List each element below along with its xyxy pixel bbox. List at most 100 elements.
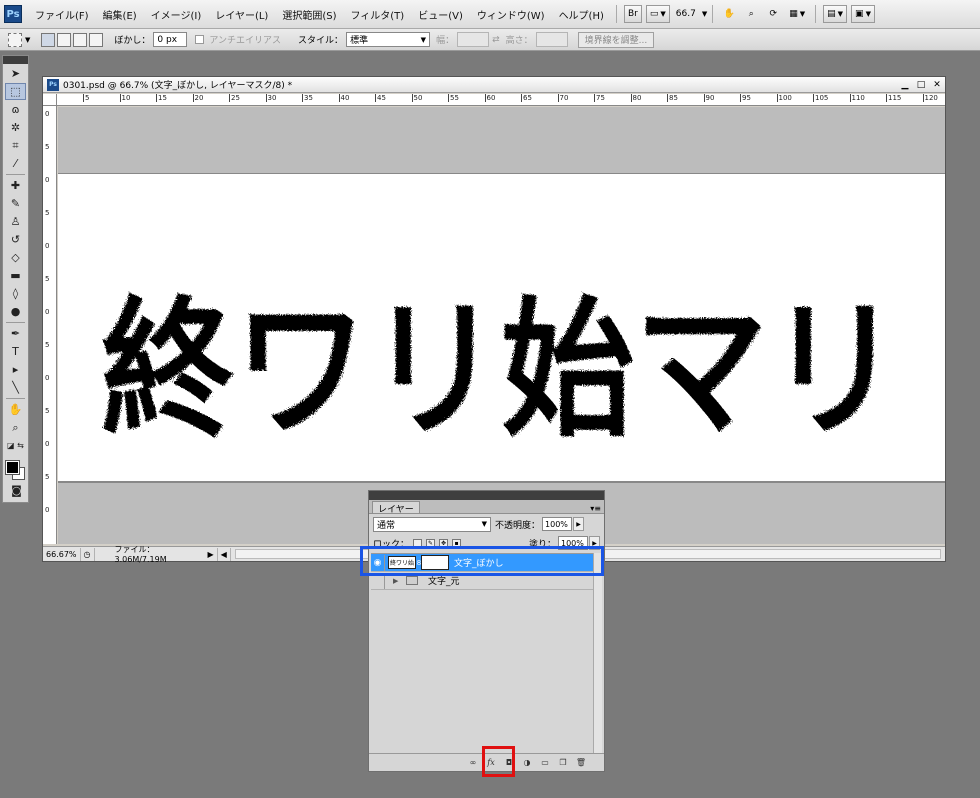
- type-tool-icon[interactable]: T: [5, 343, 26, 360]
- quick-mask-icon[interactable]: ◙: [6, 482, 27, 499]
- layers-scrollbar[interactable]: [593, 553, 602, 753]
- crop-tool-icon[interactable]: ⌗: [5, 137, 26, 154]
- trash-icon[interactable]: 🗑: [572, 756, 590, 770]
- menu-help[interactable]: ヘルプ(H): [552, 7, 611, 22]
- zoom-dropdown-icon[interactable]: ▼: [702, 10, 707, 18]
- scroll-left-icon[interactable]: ◀: [218, 547, 231, 561]
- adjustment-icon[interactable]: ◑: [518, 756, 536, 770]
- screen-mode-icon[interactable]: ▣ ▼: [851, 5, 875, 23]
- ruler-tick-label: 105: [813, 94, 829, 102]
- zoom-tool-panel-icon[interactable]: ⌕: [5, 419, 26, 436]
- ruler-tick-label: 5: [45, 275, 50, 283]
- canvas-area[interactable]: 終ワリ始マリ: [58, 107, 945, 544]
- ruler-tick-label: 120: [922, 94, 938, 102]
- blur-tool-icon[interactable]: ◊: [5, 285, 26, 302]
- style-select[interactable]: 標準 ▼: [346, 32, 431, 47]
- height-input[interactable]: [535, 32, 568, 47]
- vertical-ruler[interactable]: 0 5 0 5 0 5 0 5 0 5 0 5 0: [43, 106, 57, 544]
- new-selection-icon[interactable]: [41, 32, 56, 47]
- new-layer-icon[interactable]: ❐: [554, 756, 572, 770]
- tab-layers[interactable]: レイヤー: [372, 501, 420, 515]
- link-icon[interactable]: ∞: [464, 756, 482, 770]
- default-colors-icon[interactable]: ◪ ⇆: [5, 437, 26, 454]
- width-label: 幅：: [436, 36, 455, 46]
- opacity-input[interactable]: 100%: [542, 517, 573, 531]
- intersect-selection-icon[interactable]: [89, 32, 104, 47]
- pen-tool-icon[interactable]: ✒: [5, 325, 26, 342]
- move-tool-icon[interactable]: ➤: [5, 65, 26, 82]
- maximize-icon[interactable]: □: [913, 80, 929, 90]
- preset-dropdown-icon[interactable]: ▼: [25, 36, 30, 44]
- menu-view[interactable]: ビュー(V): [411, 7, 470, 22]
- gradient-icon[interactable]: ▬: [5, 267, 26, 284]
- status-menu-icon[interactable]: ◷: [81, 547, 95, 561]
- zoom-tool-icon[interactable]: ⌕: [742, 5, 760, 23]
- menu-image[interactable]: イメージ(I): [144, 7, 209, 22]
- menu-filter[interactable]: フィルタ(T): [343, 7, 411, 22]
- dodge-tool-icon[interactable]: ●: [5, 303, 26, 320]
- eyedropper-icon[interactable]: ⁄: [5, 155, 26, 172]
- panel-menu-icon[interactable]: ▾≡: [590, 504, 601, 513]
- ruler-tick-label: 0: [45, 308, 50, 316]
- path-select-icon[interactable]: ▸: [5, 361, 26, 378]
- magic-wand-icon[interactable]: ✲: [5, 119, 26, 136]
- menu-file[interactable]: ファイル(F): [28, 7, 96, 22]
- hand-tool-icon[interactable]: ✋: [5, 401, 26, 418]
- blend-mode-select[interactable]: 通常 ▼: [373, 516, 491, 532]
- layers-panel-header[interactable]: [369, 491, 604, 500]
- ruler-tick-label: 5: [45, 473, 50, 481]
- screen-view-icon[interactable]: ▭ ▼: [645, 5, 670, 23]
- hand-icon[interactable]: ✋: [720, 5, 738, 23]
- marquee-tool-icon[interactable]: ⬚: [5, 83, 26, 100]
- tools-panel-header[interactable]: [3, 56, 28, 64]
- ruler-origin[interactable]: [43, 94, 57, 106]
- folder-icon: [406, 576, 418, 585]
- arrange-documents-icon[interactable]: ▤ ▼: [823, 5, 848, 23]
- document-title-bar[interactable]: Ps 0301.psd @ 66.7% (文字_ぼかし, レイヤーマスク/8) …: [43, 77, 945, 93]
- horizontal-ruler[interactable]: 5 10 15 20 25 30 35 40 45 50 55 60 65 70 75 80 85 90 95 100…: [57, 94, 945, 106]
- ruler-tick-label: 45: [375, 94, 386, 102]
- ruler-tick-label: 100: [776, 94, 792, 102]
- zoom-status[interactable]: 66.67%: [43, 547, 81, 561]
- zoom-level[interactable]: 66.7: [676, 9, 696, 19]
- opacity-slider-icon[interactable]: ▶: [573, 517, 585, 531]
- close-icon[interactable]: ✕: [929, 80, 945, 90]
- eraser-icon[interactable]: ◇: [5, 249, 26, 266]
- menu-window[interactable]: ウィンドウ(W): [470, 7, 552, 22]
- foreground-color-swatch[interactable]: [5, 460, 20, 475]
- ruler-icon[interactable]: ▦ ▼: [786, 5, 808, 23]
- width-input[interactable]: [457, 32, 490, 47]
- ruler-tick-label: 5: [45, 143, 50, 151]
- clone-stamp-icon[interactable]: ♙: [5, 213, 26, 230]
- blend-row: 通常 ▼ 不透明度： 100% ▶: [369, 514, 604, 534]
- menu-edit[interactable]: 編集(E): [96, 7, 144, 22]
- rotate-view-icon[interactable]: ⟳: [764, 5, 782, 23]
- group-icon[interactable]: ▭: [536, 756, 554, 770]
- subtract-selection-icon[interactable]: [73, 32, 88, 47]
- ruler-tick-label: 5: [45, 209, 50, 217]
- layers-panel-tabs: レイヤー ▾≡: [369, 500, 604, 515]
- healing-brush-icon[interactable]: ✚: [5, 177, 26, 194]
- tool-separator: [6, 174, 25, 175]
- ruler-tick-label: 0: [45, 110, 50, 118]
- bridge-button[interactable]: Br: [623, 5, 642, 23]
- canvas[interactable]: 終ワリ始マリ: [58, 173, 945, 483]
- shape-tool-icon[interactable]: ╲: [5, 379, 26, 396]
- rect-marquee-preset-icon[interactable]: [8, 32, 22, 47]
- lasso-tool-icon[interactable]: ɷ: [5, 101, 26, 118]
- history-brush-icon[interactable]: ↺: [5, 231, 26, 248]
- swap-icon[interactable]: ⇄: [492, 35, 500, 45]
- group-expand-icon[interactable]: ▶: [393, 577, 403, 585]
- feather-input[interactable]: 0 px: [153, 32, 188, 47]
- opacity-label: 不透明度：: [495, 520, 541, 531]
- menu-layer[interactable]: レイヤー(L): [208, 7, 275, 22]
- add-selection-icon[interactable]: [57, 32, 72, 47]
- status-arrow-icon[interactable]: ▶: [205, 547, 218, 561]
- antialias-label: アンチエイリアス: [209, 36, 282, 46]
- minimize-icon[interactable]: ▁: [897, 80, 913, 90]
- refine-edge-button[interactable]: 境界線を調整...: [577, 31, 655, 48]
- ruler-tick-label: 55: [448, 94, 459, 102]
- menu-select[interactable]: 選択範囲(S): [275, 7, 343, 22]
- antialias-checkbox[interactable]: [195, 35, 205, 44]
- brush-tool-icon[interactable]: ✎: [5, 195, 26, 212]
